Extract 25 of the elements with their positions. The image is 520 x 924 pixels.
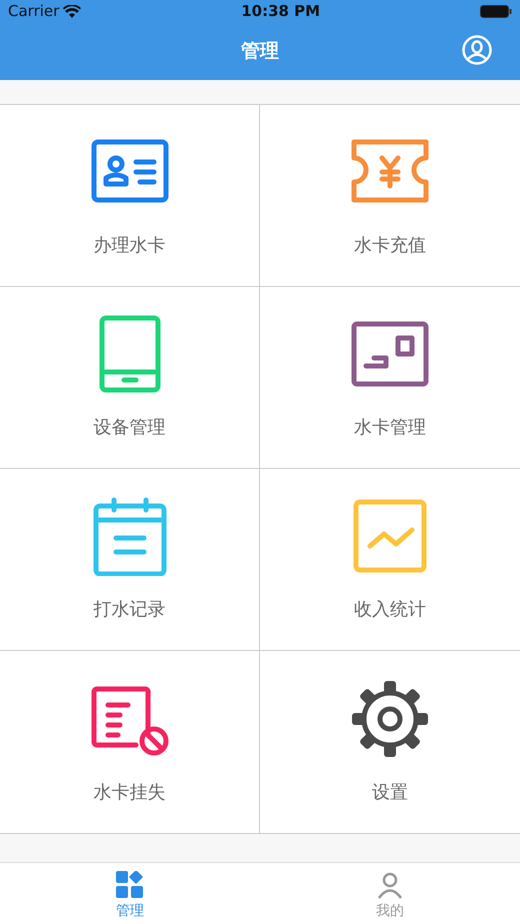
tile-label: 水卡充值 [354, 234, 426, 258]
menu-tile[interactable]: 水卡管理 [260, 287, 520, 469]
tile-label: 设置 [372, 780, 408, 804]
wifi-icon [63, 4, 82, 18]
menu-tile[interactable]: 办理水卡 [0, 105, 260, 287]
clock-time: 10:38 PM [241, 0, 320, 22]
person-icon [376, 871, 404, 899]
user-icon[interactable] [462, 35, 492, 65]
battery-icon [480, 4, 512, 18]
tile-label: 收入统计 [354, 598, 426, 622]
tile-label: 水卡挂失 [94, 780, 166, 804]
page-title: 管理 [241, 38, 279, 64]
menu-tile[interactable]: 收入统计 [260, 469, 520, 651]
carrier-label: Carrier [8, 0, 60, 22]
tile-label: 设备管理 [94, 416, 166, 440]
menu-tile[interactable]: 打水记录 [0, 469, 260, 651]
menu-tile[interactable]: 设置 [260, 651, 520, 833]
tab-item[interactable]: 管理 [0, 863, 260, 924]
grid-icon [116, 871, 144, 899]
tile-label: 打水记录 [94, 598, 166, 622]
menu-tile[interactable]: 水卡充值 [260, 105, 520, 287]
tile-label: 水卡管理 [354, 416, 426, 440]
tile-label: 办理水卡 [94, 234, 166, 258]
menu-tile[interactable]: 设备管理 [0, 287, 260, 469]
menu-tile[interactable]: 水卡挂失 [0, 651, 260, 833]
